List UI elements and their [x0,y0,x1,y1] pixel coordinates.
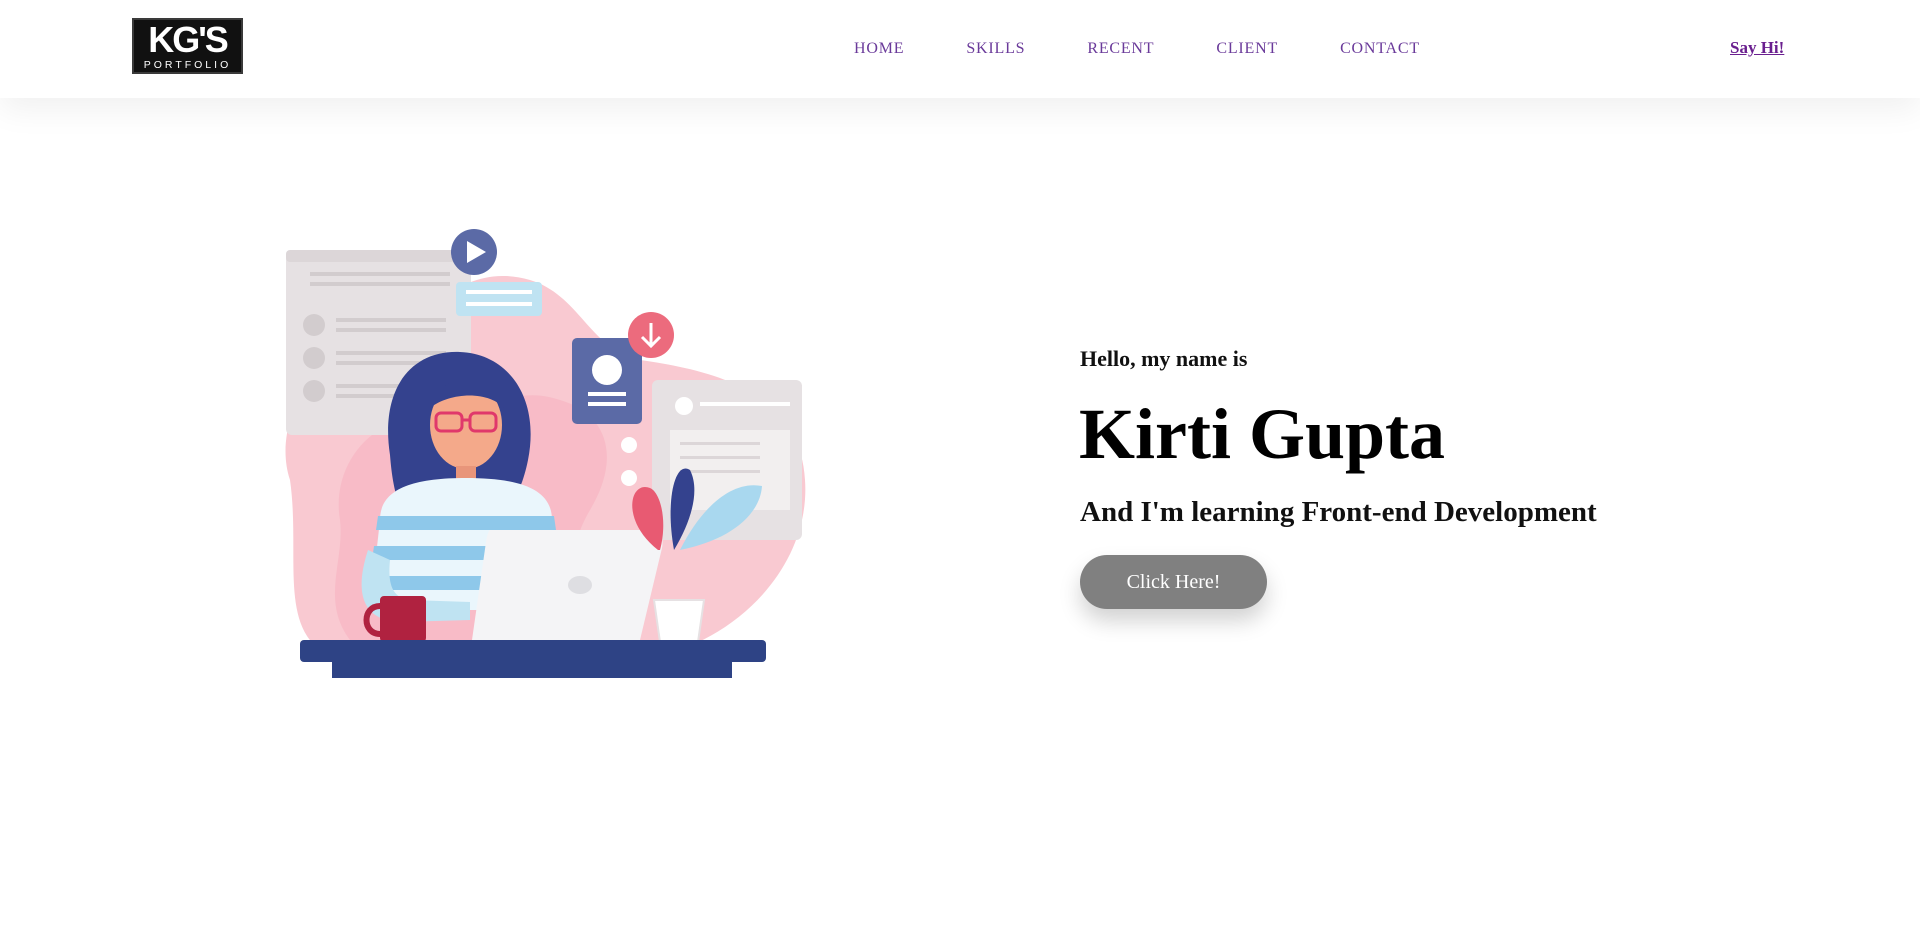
nav-recent-link[interactable]: RECENT [1087,40,1154,58]
logo-sub-text: PORTFOLIO [143,59,232,71]
nav-home-link[interactable]: HOME [854,40,904,58]
intro-text: Hello, my name is [1080,346,1248,371]
hero-tagline: And I'm learning Front-end Development [1080,496,1597,528]
nav-contact-link[interactable]: CONTACT [1340,40,1420,58]
site-logo[interactable]: KG'S PORTFOLIO [132,18,243,74]
main-nav: HOME SKILLS RECENT CLIENT CONTACT [854,40,1482,58]
logo-main-text: KG'S [148,19,229,60]
nav-skills-link[interactable]: SKILLS [966,40,1025,58]
hero-name-heading: Kirti Gupta [1079,394,1446,474]
say-hi-link[interactable]: Say Hi! [1730,38,1784,58]
click-here-button[interactable]: Click Here! [1080,555,1267,609]
nav-client-link[interactable]: CLIENT [1216,40,1278,58]
woman-working-at-laptop-illustration [260,220,820,690]
top-navbar: KG'S PORTFOLIO HOME SKILLS RECENT CLIENT… [0,0,1920,98]
